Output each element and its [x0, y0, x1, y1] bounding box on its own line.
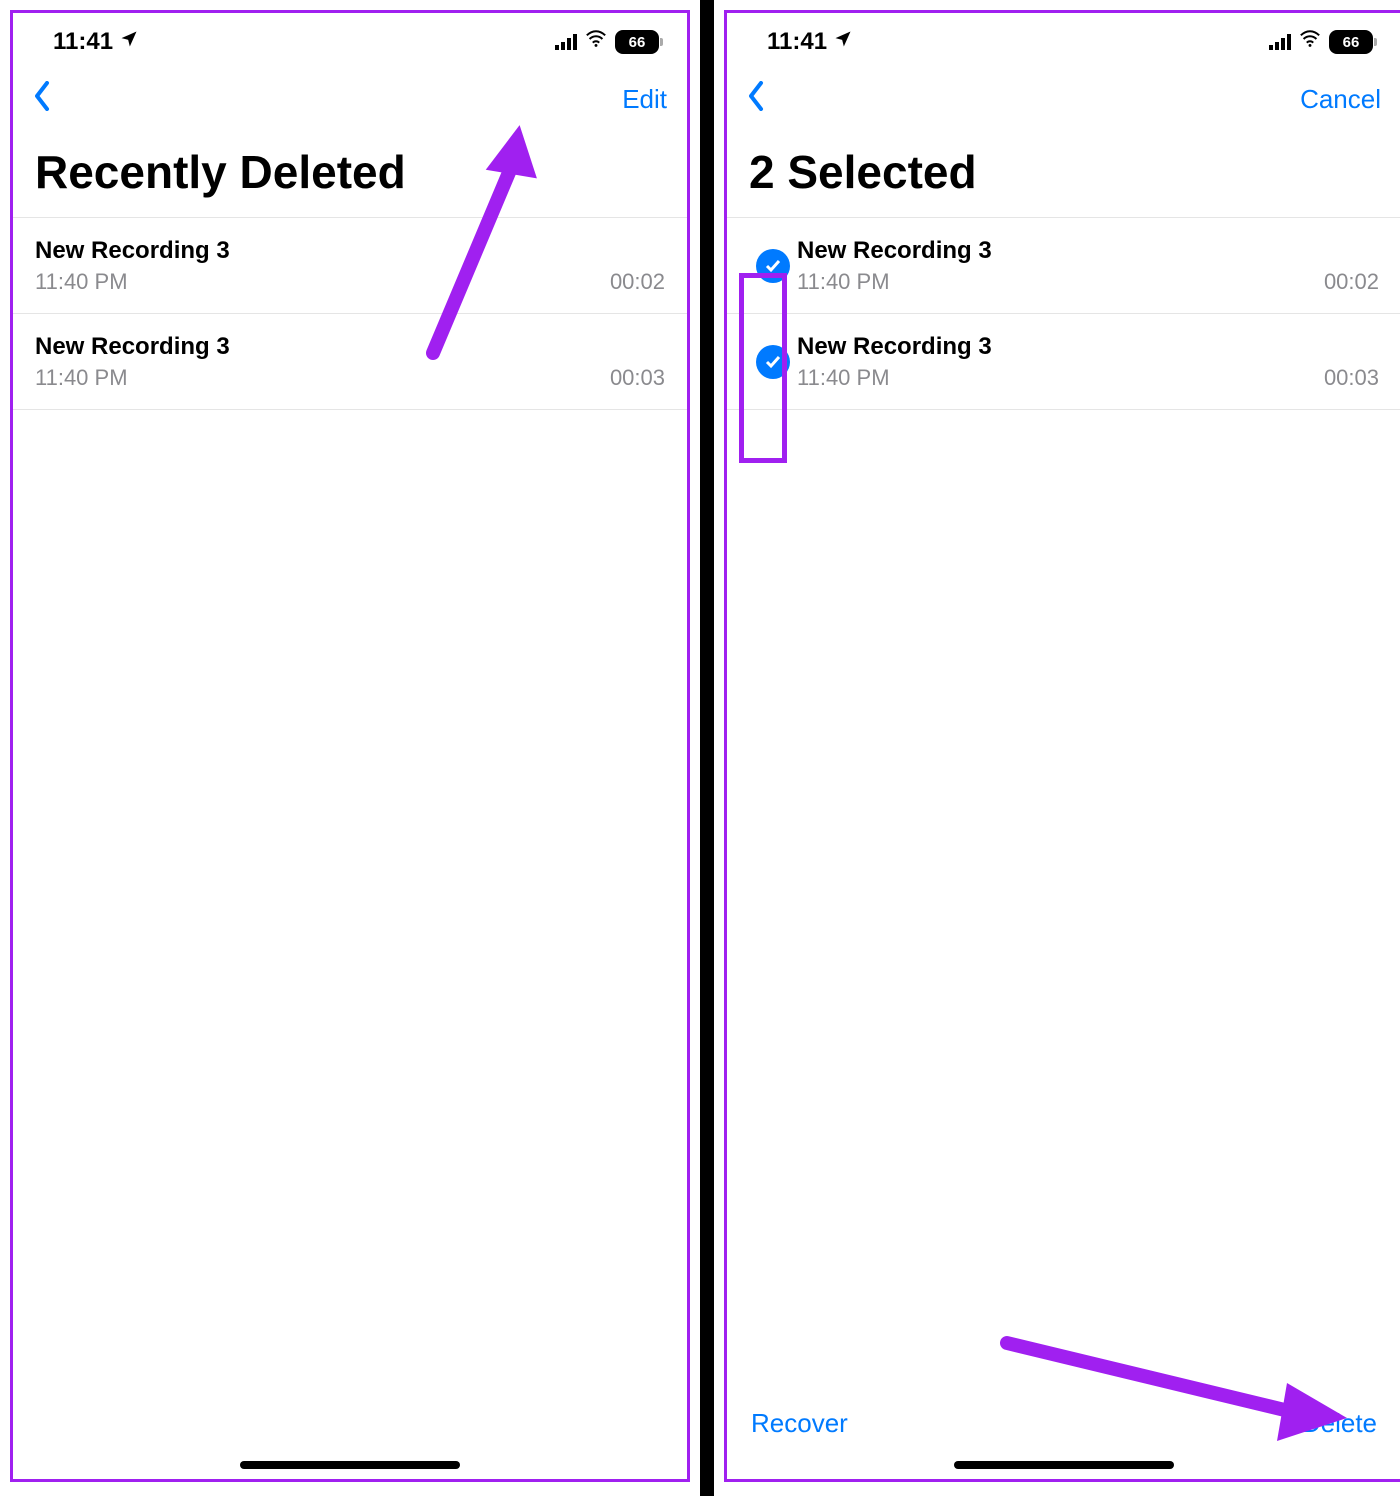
battery-indicator: 66 [615, 30, 659, 54]
home-indicator[interactable] [240, 1461, 460, 1469]
recover-button[interactable]: Recover [751, 1408, 848, 1439]
back-button[interactable] [33, 81, 51, 118]
recording-time: 11:40 PM [797, 365, 890, 391]
status-bar: 11:41 66 [727, 13, 1400, 71]
cellular-signal-icon [555, 34, 577, 50]
recording-title: New Recording 3 [797, 333, 1379, 361]
nav-bar: Edit [13, 71, 687, 127]
back-button[interactable] [747, 81, 765, 118]
cellular-signal-icon [1269, 34, 1291, 50]
cancel-button[interactable]: Cancel [1300, 84, 1381, 115]
page-title: 2 Selected [727, 127, 1400, 217]
list-item[interactable]: New Recording 3 11:40 PM 00:03 [13, 314, 687, 410]
delete-button[interactable]: Delete [1302, 1408, 1377, 1439]
recording-time: 11:40 PM [797, 269, 890, 295]
status-time: 11:41 [53, 28, 113, 56]
status-bar: 11:41 66 [13, 13, 687, 71]
recordings-list: New Recording 3 11:40 PM 00:02 New Recor… [727, 217, 1400, 410]
screenshot-divider [700, 0, 714, 1496]
status-time: 11:41 [767, 28, 827, 56]
list-item[interactable]: New Recording 3 11:40 PM 00:03 [727, 314, 1400, 410]
wifi-icon [585, 28, 607, 57]
recording-duration: 00:03 [1324, 365, 1379, 391]
recording-duration: 00:03 [610, 365, 665, 391]
list-item[interactable]: New Recording 3 11:40 PM 00:02 [13, 218, 687, 314]
list-item[interactable]: New Recording 3 11:40 PM 00:02 [727, 218, 1400, 314]
recordings-list: New Recording 3 11:40 PM 00:02 New Recor… [13, 217, 687, 410]
recording-time: 11:40 PM [35, 269, 128, 295]
selection-checkmark-icon[interactable] [756, 345, 790, 379]
nav-bar: Cancel [727, 71, 1400, 127]
screenshot-right: 11:41 66 Cancel 2 Selected [724, 10, 1400, 1482]
screenshot-left: 11:41 66 Edit Recently Deleted New Recor… [10, 10, 690, 1482]
location-arrow-icon [119, 29, 139, 55]
recording-duration: 00:02 [610, 269, 665, 295]
battery-indicator: 66 [1329, 30, 1373, 54]
location-arrow-icon [833, 29, 853, 55]
recording-time: 11:40 PM [35, 365, 128, 391]
home-indicator[interactable] [954, 1461, 1174, 1469]
recording-title: New Recording 3 [35, 237, 665, 265]
bottom-toolbar: Recover Delete [727, 1408, 1400, 1439]
page-title: Recently Deleted [13, 127, 687, 217]
edit-button[interactable]: Edit [622, 84, 667, 115]
recording-title: New Recording 3 [35, 333, 665, 361]
wifi-icon [1299, 28, 1321, 57]
selection-checkmark-icon[interactable] [756, 249, 790, 283]
recording-title: New Recording 3 [797, 237, 1379, 265]
recording-duration: 00:02 [1324, 269, 1379, 295]
